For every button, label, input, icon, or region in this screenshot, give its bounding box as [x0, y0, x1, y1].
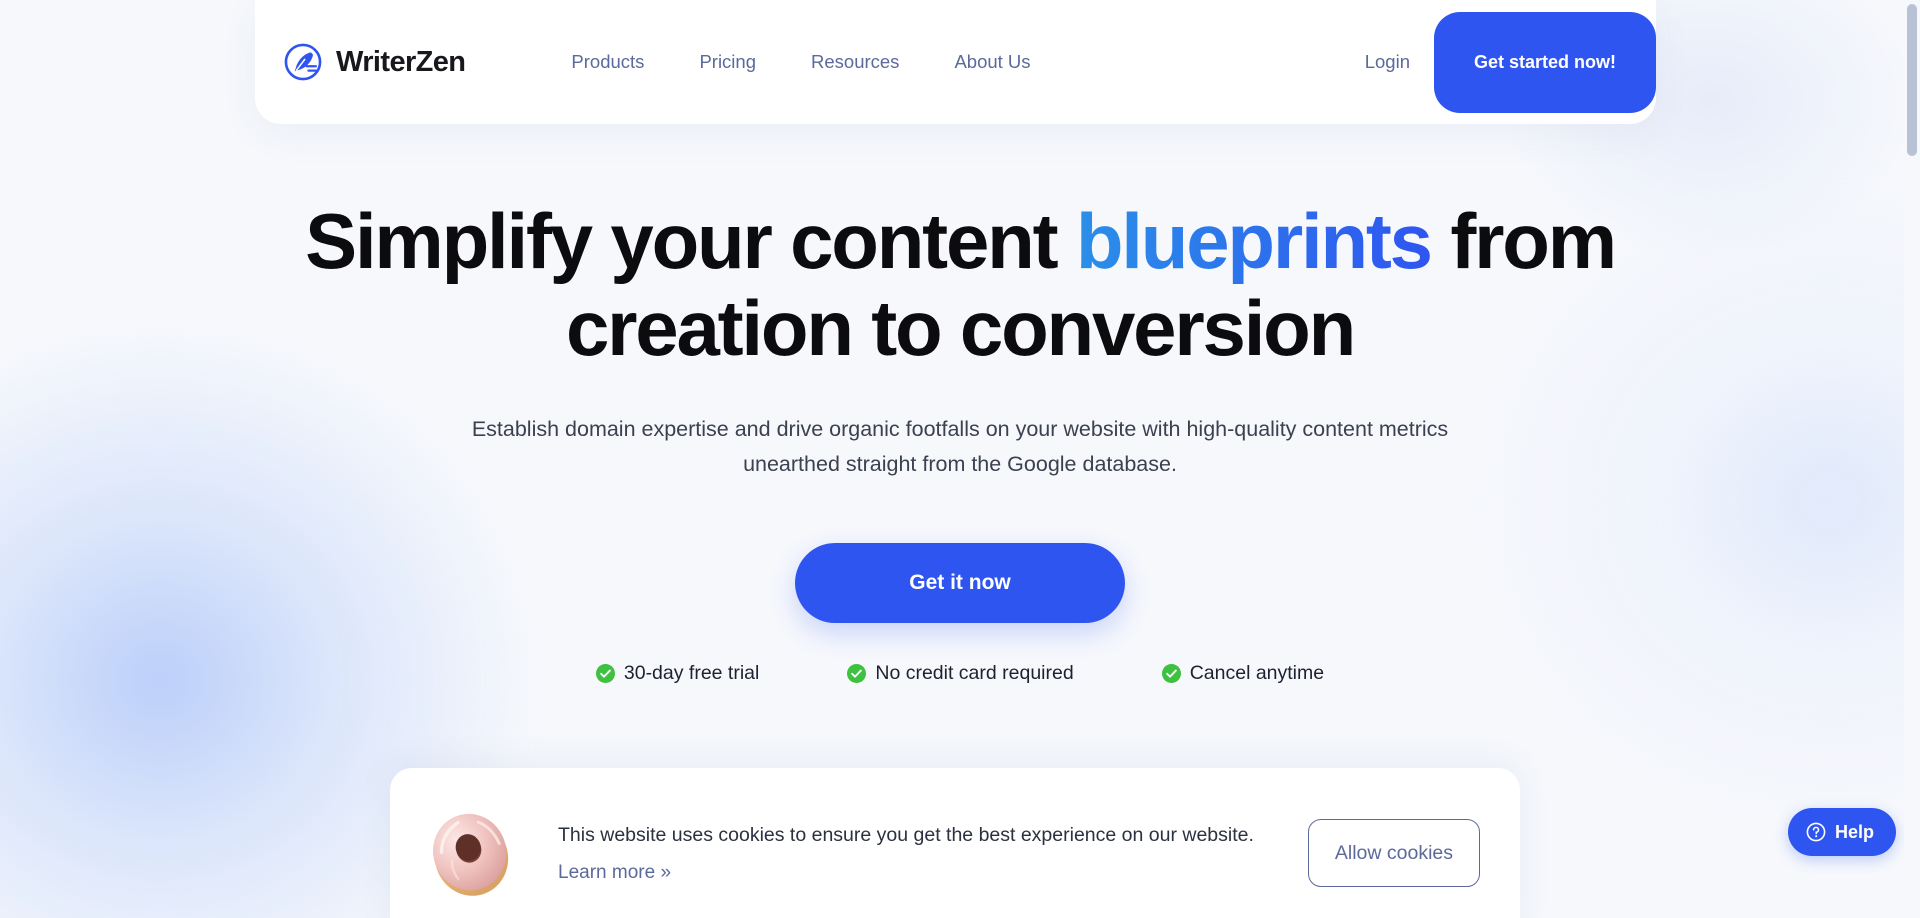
get-started-button[interactable]: Get started now! [1433, 11, 1656, 113]
brand-logo-link[interactable]: WriterZen [282, 41, 466, 83]
nav-item-about-us[interactable]: About Us [954, 51, 1030, 73]
help-button-label: Help [1834, 821, 1874, 842]
hero-cta-wrapper: Get it now [0, 543, 1920, 624]
nav-item-pricing[interactable]: Pricing [699, 51, 756, 73]
page-title: Simplify your content blueprints from cr… [250, 197, 1670, 373]
headline-part-1: Simplify your content [305, 197, 1076, 285]
trust-badge-free-trial: 30-day free trial [595, 662, 760, 685]
page-root: WriterZen Products Pricing Resources Abo… [0, 0, 1920, 918]
trust-badge-no-credit-card: No credit card required [847, 662, 1074, 685]
site-header: WriterZen Products Pricing Resources Abo… [255, 0, 1656, 124]
cookie-learn-more-link[interactable]: Learn more » [558, 862, 671, 884]
trust-badge-label: 30-day free trial [623, 662, 760, 685]
trust-badges-row: 30-day free trial No credit card require… [0, 662, 1920, 685]
trust-badge-cancel-anytime: Cancel anytime [1161, 662, 1325, 685]
question-circle-icon [1806, 822, 1826, 842]
trust-badge-label: Cancel anytime [1189, 662, 1325, 685]
nav-item-products[interactable]: Products [571, 51, 644, 73]
primary-navigation: Products Pricing Resources About Us [571, 51, 1030, 73]
login-link[interactable]: Login [1365, 51, 1410, 73]
check-circle-icon [847, 664, 867, 684]
nav-item-resources[interactable]: Resources [811, 51, 899, 73]
page-scrollbar-thumb[interactable] [1907, 4, 1917, 156]
headline-accent-word: blueprints [1075, 197, 1433, 285]
cookie-message: This website uses cookies to ensure you … [558, 823, 1254, 846]
get-it-now-button[interactable]: Get it now [795, 543, 1125, 624]
check-circle-icon [595, 664, 615, 684]
help-button[interactable]: Help [1787, 808, 1896, 856]
quill-pen-circle-icon [284, 43, 322, 81]
hero-section: Simplify your content blueprints from cr… [0, 197, 1920, 685]
hero-subheading: Establish domain expertise and drive org… [471, 416, 1449, 476]
allow-cookies-button[interactable]: Allow cookies [1307, 819, 1480, 887]
cookie-consent-banner: This website uses cookies to ensure you … [390, 768, 1520, 918]
brand-name: WriterZen [336, 45, 466, 78]
donut-image [433, 813, 509, 896]
trust-badge-label: No credit card required [875, 662, 1074, 685]
page-scrollbar-track[interactable] [1904, 0, 1920, 918]
check-circle-icon [1161, 664, 1181, 684]
cookie-text-block: This website uses cookies to ensure you … [558, 822, 1286, 884]
header-actions: Login Get started now! [1365, 0, 1656, 124]
